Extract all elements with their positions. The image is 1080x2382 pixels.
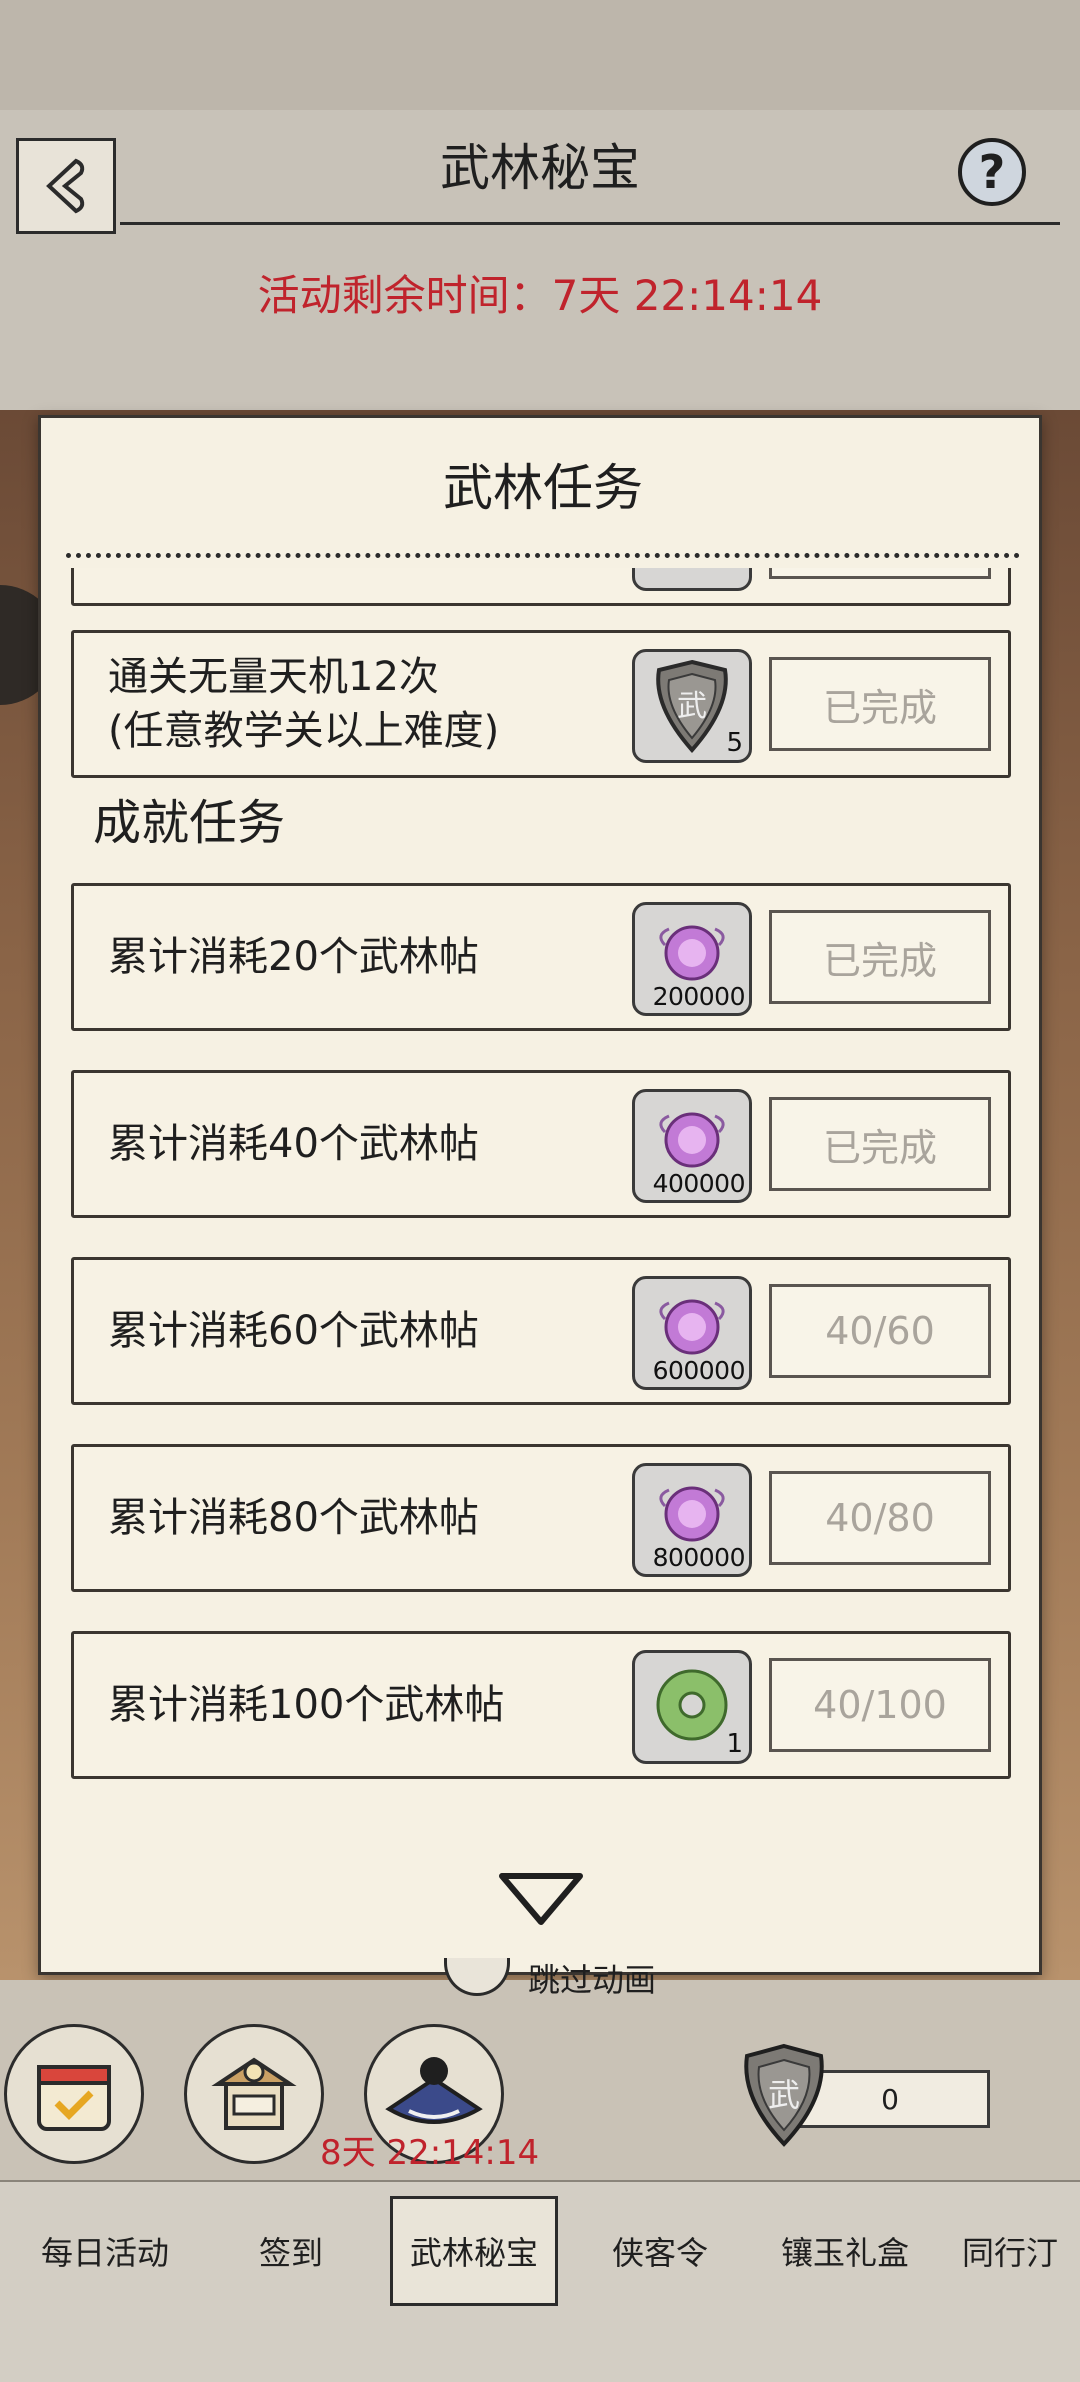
task-desc-line2: (任意教学关以上难度): [108, 708, 500, 754]
tab-jade-gift-box[interactable]: 镶玉礼盒: [750, 2196, 940, 2306]
task-status: 40/60: [769, 1284, 991, 1378]
tab-xiake-ling[interactable]: 侠客令: [565, 2196, 755, 2306]
panel-divider: [66, 553, 1020, 558]
tab-sign-in[interactable]: 签到: [196, 2196, 386, 2306]
task-row: 通关无量天机12次 (任意教学关以上难度) 武 5 已完成: [71, 630, 1011, 778]
activity-timer: 活动剩余时间：7天 22:14:14: [257, 271, 823, 320]
reward-item[interactable]: 200000: [632, 902, 752, 1016]
reward-item[interactable]: 武 5: [632, 649, 752, 763]
page-title: 武林秘宝: [440, 139, 640, 197]
tab-wulin-treasure[interactable]: 武林秘宝: [390, 2196, 558, 2306]
task-description: 通关无量天机12次 (任意教学关以上难度): [108, 633, 499, 775]
tab-companion[interactable]: 同行汀: [940, 2196, 1080, 2306]
task-description: 累计消耗80个武林帖: [108, 1495, 479, 1541]
reward-item[interactable]: 1: [632, 1650, 752, 1764]
task-description: 累计消耗40个武林帖: [108, 1121, 479, 1167]
tab-daily-activity[interactable]: 每日活动: [10, 2196, 200, 2306]
task-list[interactable]: 通关无量天机12次 (任意教学关以上难度) 武 5 已完成 成就任务 累计消耗2…: [41, 568, 1045, 1813]
scroll-down-icon[interactable]: [496, 1868, 586, 1928]
skip-animation-label[interactable]: 跳过动画: [528, 1955, 656, 2001]
task-desc-line1: 通关无量天机12次: [108, 654, 439, 700]
help-button[interactable]: ?: [958, 138, 1026, 206]
header: 武林秘宝 ? 活动剩余时间：7天 22:14:14: [0, 0, 1080, 410]
reward-count: 400000: [652, 1169, 746, 1198]
reward-item[interactable]: 400000: [632, 1089, 752, 1203]
calendar-button[interactable]: [4, 2024, 144, 2164]
panel-title: 武林任务: [443, 459, 643, 517]
svg-text:武: 武: [768, 2077, 800, 2113]
task-status: 40/100: [769, 1658, 991, 1752]
task-row: 累计消耗20个武林帖 200000 已完成: [71, 883, 1011, 1031]
reward-count: 5: [726, 728, 743, 758]
help-icon: ?: [978, 145, 1006, 199]
task-panel: 武林任务 通关无量天机12次 (任意教学关以上难度) 武 5 已完成 成就任务 …: [38, 415, 1042, 1975]
task-status: 已完成: [769, 910, 991, 1004]
task-description: 累计消耗20个武林帖: [108, 934, 479, 980]
status-strip: [0, 0, 1080, 110]
task-status: 已完成: [769, 1097, 991, 1191]
task-description: 累计消耗60个武林帖: [108, 1308, 479, 1354]
event-timer: 8天 22:14:14: [320, 2133, 540, 2173]
task-row: 累计消耗60个武林帖 600000 40/60: [71, 1257, 1011, 1405]
reward-count: 200000: [652, 982, 746, 1011]
reward-count: 800000: [652, 1543, 746, 1572]
reward-count: 600000: [652, 1356, 746, 1385]
task-row: 累计消耗40个武林帖 400000 已完成: [71, 1070, 1011, 1218]
reward-slot: [632, 568, 752, 591]
svg-text:武: 武: [677, 690, 707, 723]
task-description: 累计消耗100个武林帖: [108, 1682, 505, 1728]
header-divider: [120, 222, 1060, 225]
shop-button[interactable]: [184, 2024, 324, 2164]
task-row-partial: [71, 568, 1011, 606]
task-row: 累计消耗80个武林帖 800000 40/80: [71, 1444, 1011, 1592]
calendar-icon: [37, 2065, 111, 2131]
task-status: 40/80: [769, 1471, 991, 1565]
reward-item[interactable]: 600000: [632, 1276, 752, 1390]
task-status: 已完成: [769, 657, 991, 751]
achievement-section-title: 成就任务: [93, 795, 286, 851]
currency-value: 0: [881, 2082, 899, 2116]
shop-icon: [211, 2057, 297, 2130]
wu-token-icon: 武: [744, 2043, 824, 2147]
reward-count: 1: [726, 1729, 743, 1759]
task-row: 累计消耗100个武林帖 1 40/100: [71, 1631, 1011, 1779]
reward-item[interactable]: 800000: [632, 1463, 752, 1577]
task-status: [769, 568, 991, 579]
